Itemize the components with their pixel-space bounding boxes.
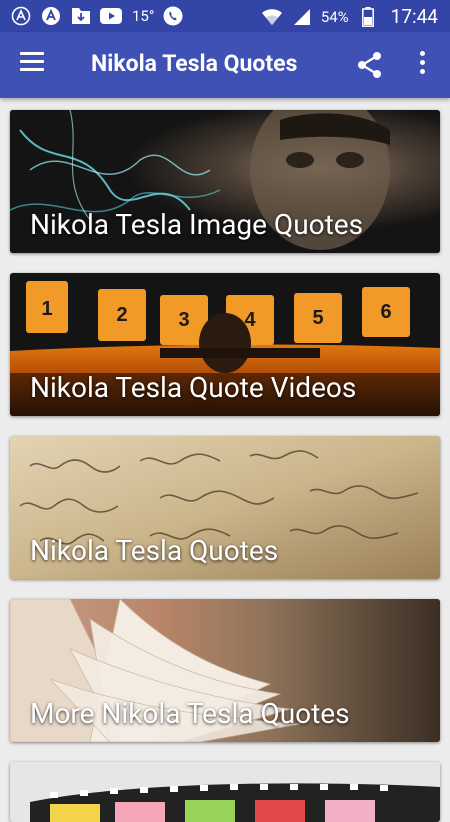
- film-strip-flowers-image: [10, 762, 440, 822]
- card-quote-videos[interactable]: 1 2 3 4 5 6 Nikola Tesla Quote Videos: [10, 273, 440, 416]
- assistant-a-filled-icon: [40, 5, 62, 27]
- status-bar: 15° 54% 17:44: [0, 0, 450, 32]
- signal-icon: [291, 6, 313, 28]
- youtube-icon: [100, 5, 122, 27]
- temperature-text: 15°: [132, 7, 155, 25]
- phone-icon: [162, 5, 184, 27]
- battery-percent-text: 54%: [320, 7, 349, 26]
- card-label: Nikola Tesla Quotes: [30, 534, 279, 567]
- card-more-quotes[interactable]: More Nikola Tesla Quotes: [10, 599, 440, 742]
- overflow-menu-icon[interactable]: [414, 51, 430, 79]
- assistant-a-icon: [10, 5, 32, 27]
- app-title: Nikola Tesla Quotes: [91, 50, 298, 77]
- card-image-quotes[interactable]: Nikola Tesla Image Quotes: [10, 110, 440, 253]
- svg-text:6: 6: [380, 301, 391, 323]
- card-label: Nikola Tesla Quote Videos: [30, 371, 357, 404]
- svg-text:2: 2: [116, 304, 127, 326]
- svg-text:1: 1: [41, 298, 52, 320]
- clock-text: 17:44: [390, 5, 438, 28]
- wifi-icon: [261, 6, 283, 28]
- card-label: Nikola Tesla Image Quotes: [30, 208, 364, 241]
- card-flowers[interactable]: [10, 762, 440, 822]
- card-quotes[interactable]: Nikola Tesla Quotes: [10, 436, 440, 579]
- battery-icon: [357, 6, 379, 28]
- svg-text:5: 5: [312, 307, 323, 329]
- card-label: More Nikola Tesla Quotes: [30, 697, 350, 730]
- menu-icon[interactable]: [20, 52, 50, 78]
- svg-text:3: 3: [178, 309, 189, 331]
- share-icon[interactable]: [356, 51, 384, 79]
- app-bar: Nikola Tesla Quotes: [0, 32, 450, 98]
- download-icon: [70, 5, 92, 27]
